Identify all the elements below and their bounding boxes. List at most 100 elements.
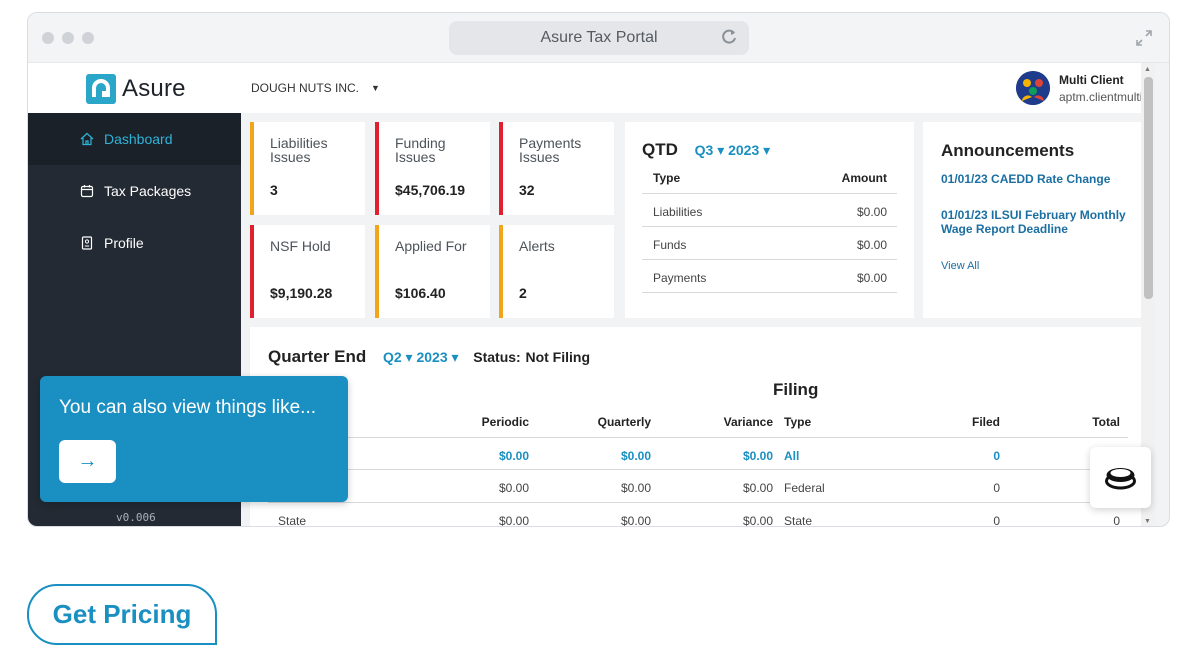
tour-tooltip: You can also view things like... → (40, 376, 348, 502)
stat-value: $9,190.28 (270, 285, 333, 301)
logo-text: Asure (122, 75, 186, 102)
stat-value: $45,706.19 (395, 182, 466, 198)
row-filed: 0 (993, 481, 1000, 495)
stat-label: Alerts (519, 238, 555, 254)
user-menu[interactable]: Multi Client aptm.clientmulti (1016, 71, 1142, 105)
announcements-card: Announcements 01/01/23 CAEDD Rate Change… (923, 122, 1147, 318)
table-row: Funds $0.00 (642, 227, 897, 260)
row-type: Payments (653, 271, 707, 285)
qtd-title: QTD Q3 ▾ 2023 ▾ (642, 140, 770, 160)
user-name: Multi Client (1059, 72, 1124, 87)
row-variance[interactable]: $0.00 (695, 449, 773, 463)
home-icon (80, 132, 94, 146)
announcement-link[interactable]: 01/01/23 ILSUI February Monthly Wage Rep… (941, 208, 1141, 236)
stat-card-funding-issues[interactable]: Funding Issues $45,706.19 (375, 122, 490, 215)
row-variance: $0.00 (742, 514, 773, 527)
stat-card-alerts[interactable]: Alerts 2 (499, 225, 614, 318)
window-dot-minimize[interactable] (62, 32, 74, 44)
window-dot-close[interactable] (42, 32, 54, 44)
stat-label: Payments Issues (519, 135, 582, 165)
stat-card-nsf-hold[interactable]: NSF Hold $9,190.28 (250, 225, 365, 318)
tooltip-next-button[interactable]: → (59, 440, 116, 483)
quarter-end-title: Quarter End Q2 ▾ 2023 ▾ Status: Not Fili… (268, 347, 590, 367)
quarter-end-card: Quarter End Q2 ▾ 2023 ▾ Status: Not Fili… (250, 327, 1147, 527)
row-quarterly[interactable]: $0.00 (575, 449, 651, 463)
row-periodic: $0.00 (498, 514, 529, 527)
get-pricing-button[interactable]: Get Pricing (27, 584, 217, 645)
status-label: Status: (473, 349, 521, 365)
reload-icon[interactable] (719, 27, 739, 47)
app-header: Asure DOUGH NUTS INC. ▼ Multi Client apt… (28, 63, 1155, 113)
col-quarterly: Quarterly (597, 415, 651, 429)
announcement-link[interactable]: 01/01/23 CAEDD Rate Change (941, 172, 1141, 186)
row-filing-type: Federal (784, 481, 825, 495)
avatar (1016, 71, 1050, 105)
sidebar-item-label: Dashboard (104, 131, 173, 147)
sidebar-item-tax-packages[interactable]: Tax Packages (28, 165, 241, 217)
quarter-end-period-selector[interactable]: Q2 ▾ 2023 ▾ (383, 349, 459, 365)
stat-value: 3 (270, 182, 278, 198)
stat-value: $106.40 (395, 285, 446, 301)
stat-card-payments-issues[interactable]: Payments Issues 32 (499, 122, 614, 215)
row-label: State (278, 514, 307, 527)
window-dot-maximize[interactable] (82, 32, 94, 44)
filing-title: Filing (773, 380, 819, 399)
announcements-title: Announcements (941, 141, 1075, 160)
sidebar-item-dashboard[interactable]: Dashboard (28, 113, 241, 165)
row-amount: $0.00 (856, 271, 887, 285)
browser-chrome: Asure Tax Portal (28, 13, 1169, 63)
address-bar[interactable]: Asure Tax Portal (449, 21, 749, 55)
row-type: Liabilities (653, 205, 703, 219)
stat-value: 32 (519, 182, 535, 198)
row-filed[interactable]: 0 (930, 449, 1000, 463)
user-info: Multi Client aptm.clientmulti (1059, 73, 1142, 104)
row-filing-type[interactable]: All (784, 449, 799, 463)
company-selector[interactable]: DOUGH NUTS INC. ▼ (251, 81, 380, 95)
row-total: 0 (1113, 514, 1120, 527)
col-amount: Amount (841, 171, 887, 185)
stat-card-liabilities-issues[interactable]: Liabilities Issues 3 (250, 122, 365, 215)
qtd-header-row: Type Amount (642, 164, 897, 194)
quarter-end-title-text: Quarter End (268, 347, 367, 366)
scroll-down-icon[interactable]: ▼ (1144, 518, 1151, 525)
scroll-up-icon[interactable]: ▲ (1144, 66, 1151, 73)
stat-label: NSF Hold (270, 238, 331, 254)
chevron-down-icon: ▼ (371, 83, 380, 93)
qtd-title-text: QTD (642, 140, 678, 159)
table-row: Liabilities $0.00 (642, 194, 897, 227)
scrollbar-thumb[interactable] (1144, 77, 1153, 299)
help-widget-button[interactable] (1090, 447, 1151, 508)
stat-value: 2 (519, 285, 527, 301)
browser-title: Asure Tax Portal (540, 29, 658, 46)
qtd-period-selector[interactable]: Q3 ▾ 2023 ▾ (695, 142, 771, 158)
stat-card-applied-for[interactable]: Applied For $106.40 (375, 225, 490, 318)
row-periodic[interactable]: $0.00 (455, 449, 529, 463)
col-filing-type: Type (784, 415, 812, 429)
table-row: All 0 (773, 437, 1128, 470)
sidebar-item-profile[interactable]: Profile (28, 217, 241, 269)
sidebar-item-label: Tax Packages (104, 183, 192, 199)
row-filed: 0 (993, 514, 1000, 527)
table-row: Payments $0.00 (642, 260, 897, 293)
stack-icon (1105, 468, 1136, 490)
view-all-link[interactable]: View All (941, 260, 979, 272)
col-type: Type (653, 171, 681, 185)
row-amount: $0.00 (856, 205, 887, 219)
stat-label: Liabilities Issues (270, 135, 328, 165)
table-row: State $0.00 $0.00 $0.00 (268, 503, 778, 527)
asure-logo[interactable]: Asure (86, 73, 186, 105)
user-login: aptm.clientmulti (1059, 89, 1143, 104)
company-name: DOUGH NUTS INC. (251, 81, 359, 95)
row-quarterly: $0.00 (620, 481, 651, 495)
row-amount: $0.00 (856, 238, 887, 252)
expand-icon[interactable] (1135, 29, 1153, 47)
col-variance: Variance (723, 415, 773, 429)
asure-logo-mark (86, 74, 116, 104)
sidebar-item-label: Profile (104, 235, 144, 251)
row-type: Funds (653, 238, 687, 252)
stat-label: Funding Issues (395, 135, 446, 165)
row-variance: $0.00 (742, 481, 773, 495)
row-filing-type: State (784, 514, 813, 527)
row-periodic: $0.00 (498, 481, 529, 495)
col-periodic: Periodic (481, 415, 529, 429)
